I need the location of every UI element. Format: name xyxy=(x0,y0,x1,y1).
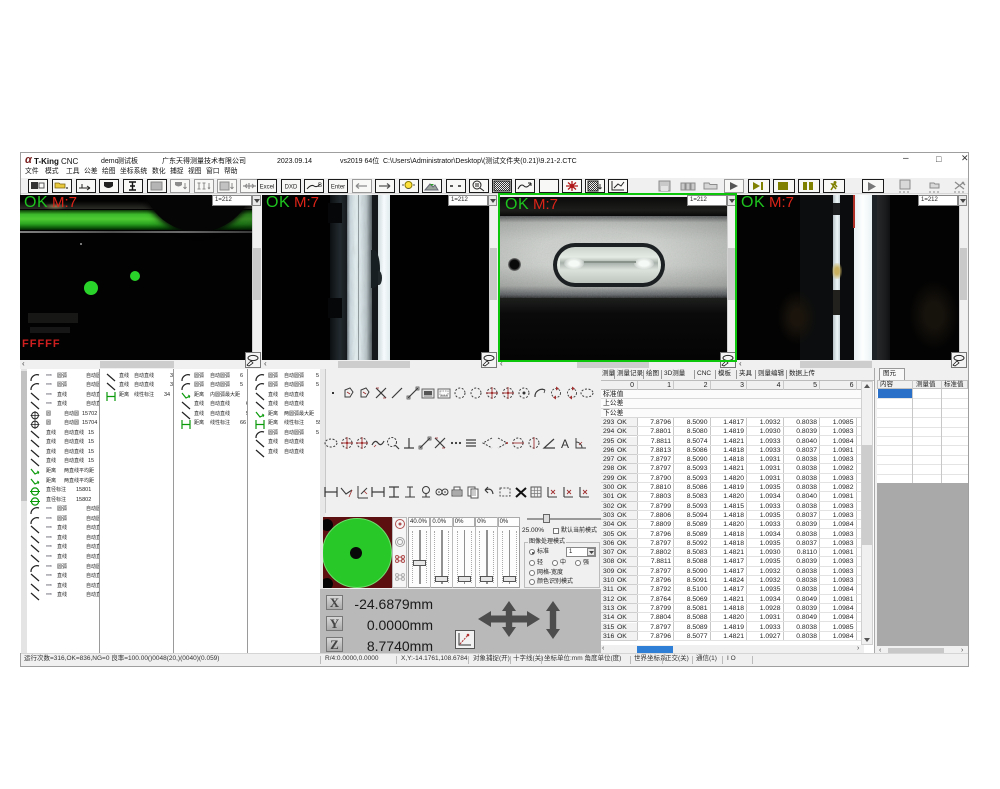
svg-text:DXD: DXD xyxy=(285,185,298,191)
svg-text:A: A xyxy=(561,437,569,450)
svg-text:Excel: Excel xyxy=(260,185,275,191)
svg-text:B: B xyxy=(318,183,322,189)
svg-text:Enter: Enter xyxy=(331,185,345,191)
